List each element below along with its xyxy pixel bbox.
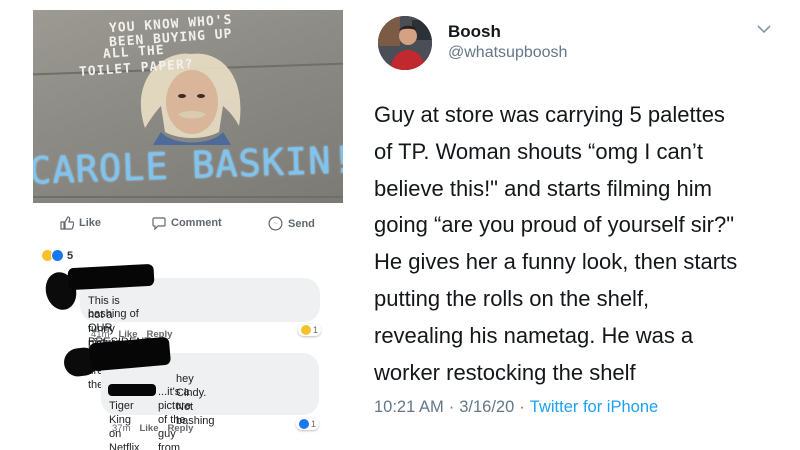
tweet-date[interactable]: 3/16/20 — [459, 398, 514, 417]
comment-reaction-badge[interactable]: 1 — [298, 324, 322, 336]
haha-reaction-icon — [301, 325, 311, 335]
send-label: Send — [288, 217, 315, 230]
like-label: Like — [79, 217, 102, 229]
name-redaction — [108, 384, 156, 396]
comment-button[interactable]: Comment — [152, 216, 222, 230]
comment-time: 41m — [91, 329, 110, 340]
thumbs-up-icon — [60, 216, 74, 230]
chalk-art-photo: YOU KNOW WHO'S BEEN BUYING UP ALL THE TO… — [33, 10, 343, 203]
comment-reaction-badge[interactable]: 1 — [296, 418, 320, 430]
comment-text-line: ...it's a picture of the guy from — [158, 386, 192, 450]
send-button[interactable]: Send — [268, 216, 315, 231]
comment-time: 37m — [112, 423, 131, 434]
comment-reaction-count: 1 — [311, 419, 317, 429]
tweet-time[interactable]: 10:21 AM — [374, 398, 444, 417]
facebook-post-screenshot: YOU KNOW WHO'S BEEN BUYING UP ALL THE TO… — [0, 0, 348, 450]
comment-label: Comment — [171, 217, 222, 229]
comment-meta: 37m Like Reply — [112, 423, 193, 434]
like-reaction-icon — [299, 419, 309, 429]
username-handle[interactable]: @whatsupboosh — [448, 44, 567, 62]
display-name[interactable]: Boosh — [448, 22, 501, 42]
name-redaction — [67, 263, 155, 291]
comment-like-link[interactable]: Like — [118, 329, 137, 340]
tweet-text-line: going “are you proud of yourself sir?" — [374, 212, 735, 238]
comment-reaction-count: 1 — [313, 325, 319, 335]
tweet-text-line: He gives her a funny look, then starts — [374, 249, 738, 275]
reaction-count: 5 — [67, 249, 74, 262]
like-reaction-icon — [51, 249, 64, 262]
messenger-icon — [268, 216, 283, 231]
post-action-bar: Like Comment Send — [60, 216, 340, 234]
reaction-summary[interactable]: 5 — [41, 249, 73, 262]
comment-reply-link[interactable]: Reply — [168, 423, 194, 434]
like-button[interactable]: Like — [60, 216, 101, 230]
tweet-screenshot: Boosh @whatsupboosh Guy at store was car… — [360, 0, 800, 450]
tweet-text-line: revealing his nametag. He was a — [374, 322, 694, 348]
metadata-separator: · — [519, 398, 525, 416]
comment-like-link[interactable]: Like — [139, 423, 158, 434]
tweet-text: Guy at store was carrying 5 palettes of … — [374, 97, 794, 391]
avatar[interactable] — [378, 16, 432, 70]
tweet-text-line: of TP. Woman shouts “omg I can’t — [374, 138, 703, 164]
tweet-text-line: putting the rolls on the shelf, — [374, 285, 650, 311]
tweet-text-line: believe this!" and starts filming him — [374, 175, 712, 201]
tweet-text-line: Guy at store was carrying 5 palettes — [374, 102, 725, 127]
tweet-metadata: 10:21 AM · 3/16/20 · Twitter for iPhone — [374, 398, 658, 417]
comment-bubble-icon — [152, 217, 166, 230]
tweet-source-link[interactable]: Twitter for iPhone — [530, 398, 658, 417]
tweet-text-line: worker restocking the shelf — [374, 359, 636, 385]
profile-photo — [378, 16, 432, 70]
metadata-separator: · — [448, 398, 455, 416]
chevron-down-icon[interactable] — [757, 24, 771, 34]
